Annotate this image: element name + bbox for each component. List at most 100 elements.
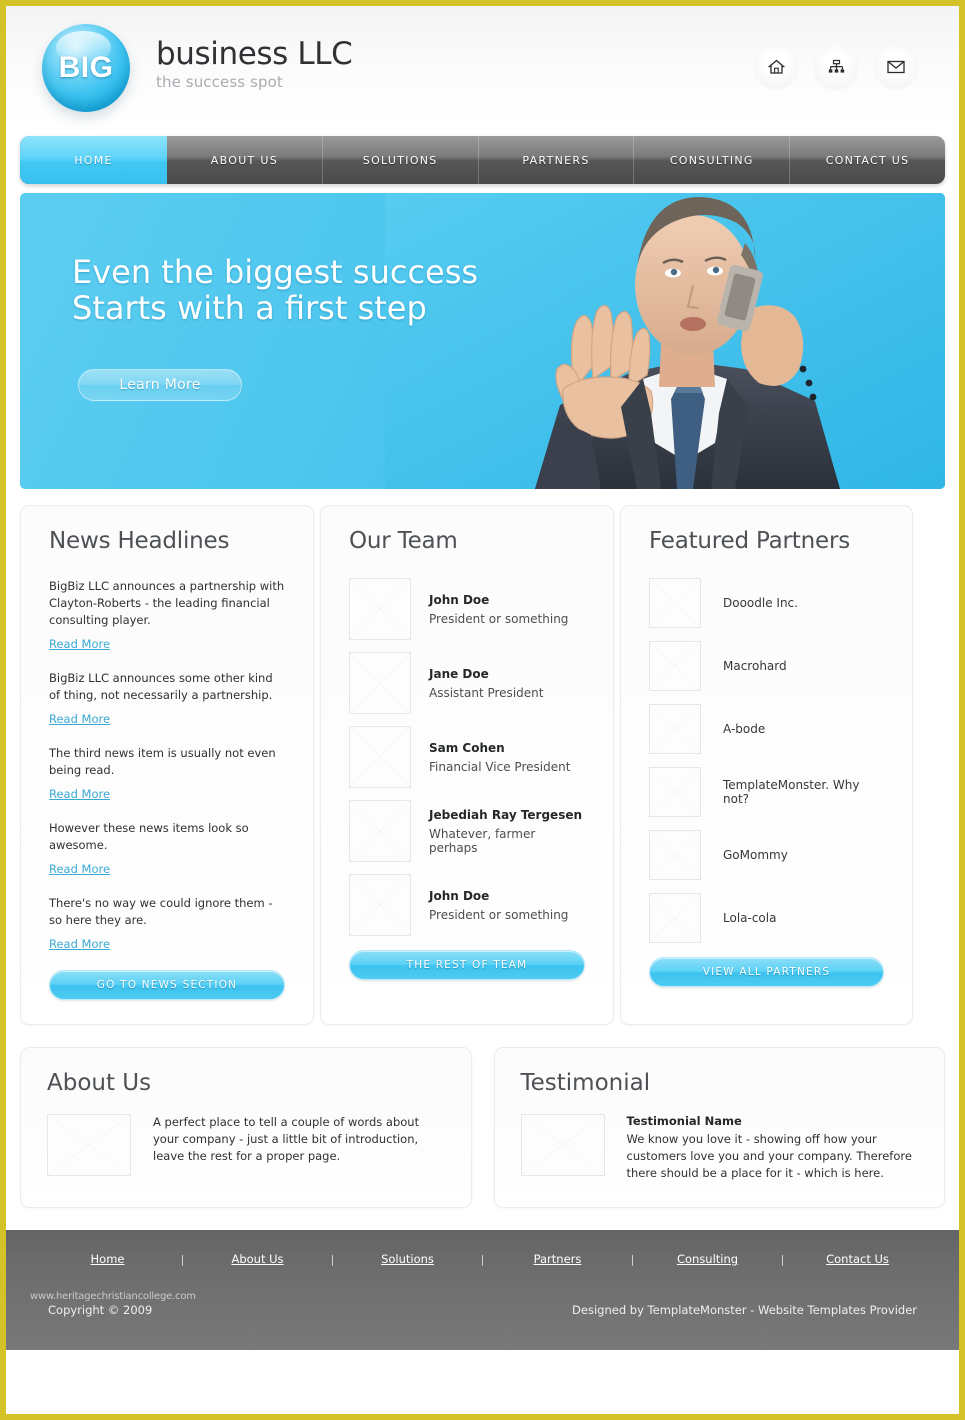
news-item-text: BigBiz LLC announces a partnership with … <box>49 579 285 628</box>
team-member: Jane Doe Assistant President <box>349 652 585 714</box>
about-us-text: A perfect place to tell a couple of word… <box>153 1115 420 1163</box>
news-item: BigBiz LLC announces some other kind of … <box>49 670 285 727</box>
news-item: However these news items look so awesome… <box>49 820 285 877</box>
footer-navigation: Home | About Us | Solutions | Partners |… <box>6 1230 959 1266</box>
team-member-name: Jebediah Ray Tergesen <box>429 807 583 822</box>
news-item: BigBiz LLC announces a partnership with … <box>49 578 285 652</box>
hero-photo <box>385 193 945 489</box>
partner-name: Lola-cola <box>723 911 777 925</box>
partner-item: GoMommy <box>649 830 884 880</box>
team-member-role: Assistant President <box>429 685 544 700</box>
team-member: Sam Cohen Financial Vice President <box>349 726 585 788</box>
sitemap-icon[interactable] <box>815 46 857 88</box>
about-us-title: About Us <box>47 1070 152 1097</box>
news-read-more-link[interactable]: Read More <box>49 862 110 876</box>
news-panel-title: News Headlines <box>49 528 230 554</box>
partners-panel-title: Featured Partners <box>649 528 850 554</box>
nav-item-about-us[interactable]: ABOUT US <box>167 136 323 184</box>
nav-item-contact-us[interactable]: CONTACT US <box>790 136 945 184</box>
hero-title-line-2: Starts with a first step <box>72 288 427 327</box>
team-member-name: Sam Cohen <box>429 740 505 755</box>
broken-image-icon <box>349 800 411 862</box>
partner-name: GoMommy <box>723 848 788 862</box>
news-item: The third news item is usually not even … <box>49 745 285 802</box>
broken-image-icon <box>349 652 411 714</box>
news-item-text: However these news items look so awesome… <box>49 821 249 853</box>
site-watermark: www.heritagechristiancollege.com <box>30 1291 196 1303</box>
partner-item: A-bode <box>649 704 884 754</box>
footer-separator: | <box>180 1252 185 1266</box>
brand-tagline: the success spot <box>156 72 283 91</box>
news-item-text: The third news item is usually not even … <box>49 746 276 778</box>
nav-item-home[interactable]: HOME <box>20 136 167 184</box>
content-columns: News Headlines BigBiz LLC announces a pa… <box>20 505 945 1026</box>
footer-link-home[interactable]: Home <box>54 1252 162 1266</box>
partner-name: Macrohard <box>723 659 787 673</box>
nav-item-solutions[interactable]: SOLUTIONS <box>323 136 479 184</box>
about-us-panel: About Us A perfect place to tell a coupl… <box>20 1047 472 1209</box>
team-member-role: President or something <box>429 907 569 922</box>
learn-more-button[interactable]: Learn More <box>78 369 242 401</box>
footer-separator: | <box>330 1252 335 1266</box>
partner-name: Dooodle Inc. <box>723 596 798 610</box>
logo-badge-text: BIG <box>58 51 114 84</box>
broken-image-icon <box>649 704 701 754</box>
header-icon-group <box>755 46 917 88</box>
news-read-more-link[interactable]: Read More <box>49 712 110 726</box>
team-member-role: Whatever, farmer perhaps <box>429 826 536 855</box>
hero-banner: Even the biggest success Starts with a f… <box>20 193 945 489</box>
news-read-more-link[interactable]: Read More <box>49 937 110 951</box>
hero-title-line-1: Even the biggest success <box>72 253 479 291</box>
footer-link-partners[interactable]: Partners <box>504 1252 612 1266</box>
team-member-name: John Doe <box>429 888 490 903</box>
broken-image-icon <box>649 641 701 691</box>
team-member-name: Jane Doe <box>429 666 489 681</box>
testimonial-text: We know you love it - showing off how yo… <box>626 1132 912 1180</box>
team-member-name: John Doe <box>429 592 490 607</box>
site-footer: Home | About Us | Solutions | Partners |… <box>6 1230 959 1351</box>
broken-image-icon <box>649 830 701 880</box>
team-member: Jebediah Ray Tergesen Whatever, farmer p… <box>349 800 585 862</box>
news-item-text: BigBiz LLC announces some other kind of … <box>49 671 273 703</box>
footer-separator: | <box>630 1252 635 1266</box>
footer-separator: | <box>480 1252 485 1266</box>
footer-separator: | <box>780 1252 785 1266</box>
footer-link-solutions[interactable]: Solutions <box>354 1252 462 1266</box>
footer-link-about-us[interactable]: About Us <box>204 1252 312 1266</box>
partner-name: A-bode <box>723 722 766 736</box>
partner-item: Dooodle Inc. <box>649 578 884 628</box>
broken-image-icon <box>520 1114 605 1177</box>
news-item-text: There's no way we could ignore them - so… <box>49 896 273 928</box>
copyright-text: Copyright © 2009 <box>48 1303 153 1318</box>
view-all-partners-button[interactable]: VIEW ALL PARTNERS <box>649 957 884 987</box>
page-root: BIG business LLC the success spot HOME A… <box>6 6 959 1414</box>
main-navigation: HOME ABOUT US SOLUTIONS PARTNERS CONSULT… <box>20 136 945 184</box>
team-member: John Doe President or something <box>349 874 585 936</box>
logo-wordmark: business LLC the success spot <box>156 36 353 91</box>
nav-item-consulting[interactable]: CONSULTING <box>634 136 791 184</box>
testimonial-author: Testimonial Name <box>626 1114 742 1129</box>
brand-name: business LLC <box>156 36 353 72</box>
team-panel-title: Our Team <box>349 528 458 554</box>
team-member-role: President or something <box>429 611 569 626</box>
mail-icon[interactable] <box>875 46 917 88</box>
bottom-sections: About Us A perfect place to tell a coupl… <box>20 1047 945 1209</box>
partners-panel: Featured Partners Dooodle Inc. Macrohard… <box>620 505 913 1026</box>
footer-link-consulting[interactable]: Consulting <box>654 1252 762 1266</box>
footer-link-contact-us[interactable]: Contact Us <box>804 1252 912 1266</box>
rest-of-team-button[interactable]: THE REST OF TEAM <box>349 950 585 980</box>
logo-badge-circle: BIG <box>42 24 130 112</box>
news-read-more-link[interactable]: Read More <box>49 787 110 801</box>
team-member-role: Financial Vice President <box>429 759 571 774</box>
nav-item-partners[interactable]: PARTNERS <box>479 136 635 184</box>
site-header: BIG business LLC the success spot <box>6 6 959 128</box>
broken-image-icon <box>649 893 701 943</box>
partner-name: TemplateMonster. Why not? <box>723 778 860 806</box>
news-panel: News Headlines BigBiz LLC announces a pa… <box>20 505 314 1026</box>
go-to-news-section-button[interactable]: GO TO NEWS SECTION <box>49 970 285 1001</box>
site-logo[interactable]: BIG business LLC the success spot <box>42 24 353 112</box>
home-icon[interactable] <box>755 46 797 88</box>
news-read-more-link[interactable]: Read More <box>49 637 110 651</box>
team-panel: Our Team John Doe President or something… <box>320 505 614 1026</box>
hero-title: Even the biggest success Starts with a f… <box>72 253 479 327</box>
